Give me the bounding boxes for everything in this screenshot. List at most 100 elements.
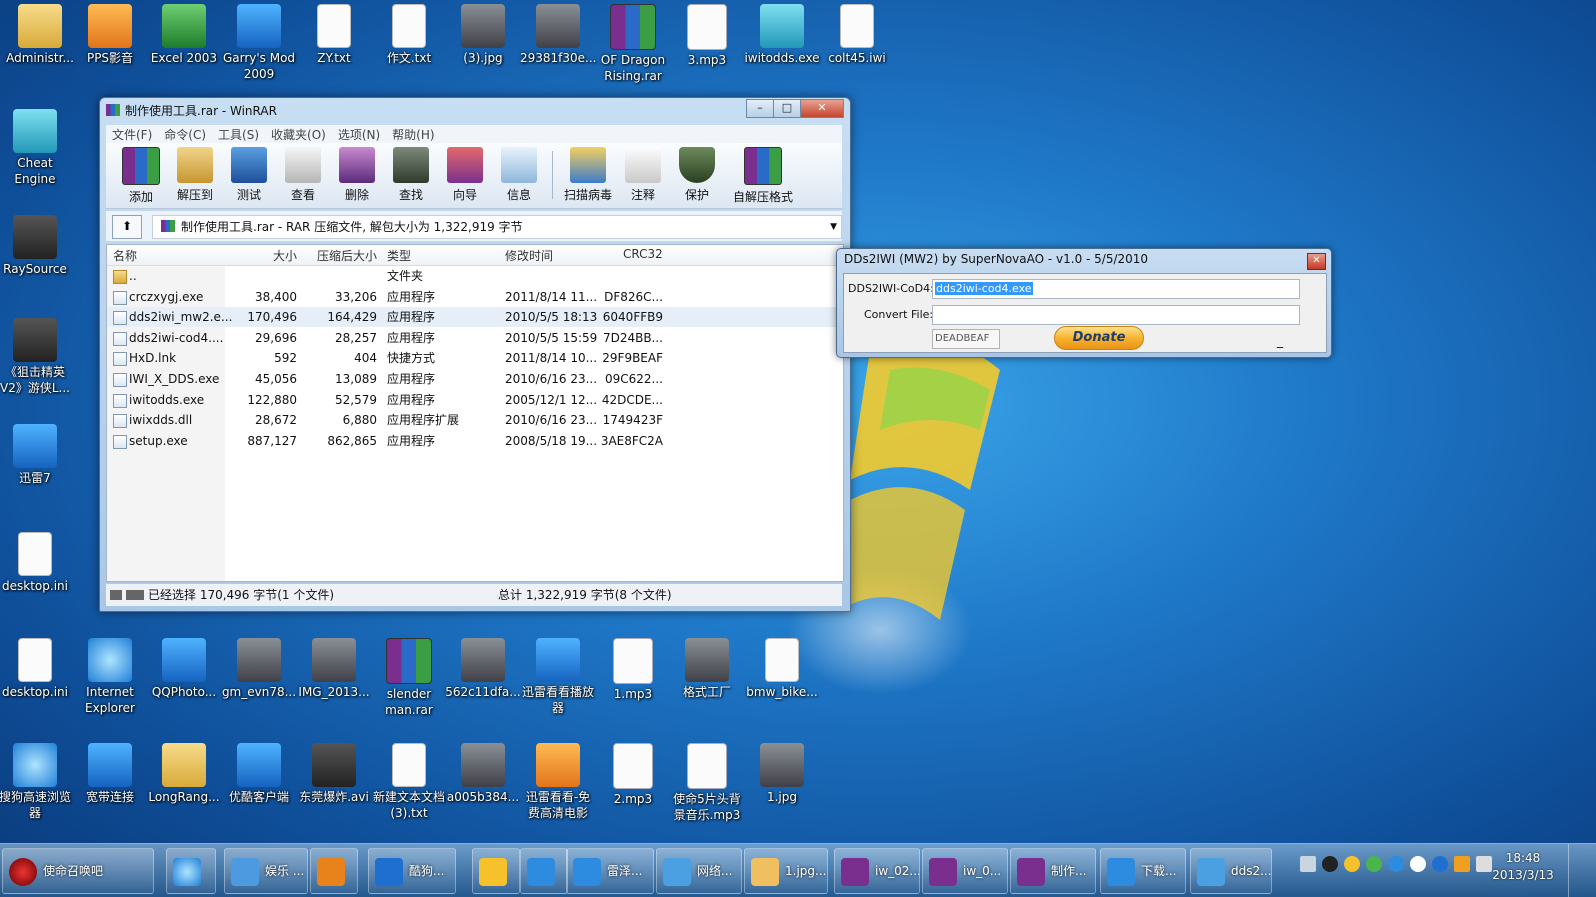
scan-virus-button[interactable]: 扫描病毒 [558,147,618,203]
desktop-icon[interactable]: slender man.rar [371,636,447,718]
desktop-icon[interactable]: LongRang... [146,741,222,805]
desktop-icon[interactable]: 29381f30e... [520,2,597,66]
desktop-icon[interactable]: 3.mp3 [669,2,745,68]
tray-browser-icon[interactable] [1410,856,1426,872]
menu-options[interactable]: 选项(N) [332,125,386,143]
taskbar-pinned-button[interactable] [472,848,520,894]
desktop-icon[interactable]: ZY.txt [296,2,372,66]
taskbar-item[interactable]: 娱乐 ... [224,848,308,894]
test-button[interactable]: 测试 [224,147,274,203]
taskbar-item[interactable]: 雷泽... [566,848,654,894]
desktop-icon[interactable]: Garry's Mod 2009 [221,2,297,82]
tray-360-icon[interactable] [1366,856,1382,872]
clock[interactable]: 18:48 2013/3/13 [1488,850,1558,884]
file-row[interactable]: setup.exe 887,127 862,865 应用程序 2008/5/18 19.… [107,431,843,451]
info-button[interactable]: 信息 [494,147,544,203]
tray-keyboard-icon[interactable] [1300,856,1316,872]
col-name[interactable]: 名称 [113,247,137,264]
menu-favorites[interactable]: 收藏夹(O) [265,125,332,143]
menu-command[interactable]: 命令(C) [158,125,212,143]
desktop-icon[interactable]: 作文.txt [371,2,447,66]
taskbar-item[interactable]: 酷狗... [368,848,456,894]
menu-help[interactable]: 帮助(H) [386,125,440,143]
file-row[interactable]: IWI_X_DDS.exe 45,056 13,089 应用程序 2010/6/16 2… [107,369,843,389]
taskbar-item[interactable]: iw_02... [834,848,920,894]
desktop-icon[interactable]: 优酷客户端 [221,741,297,805]
desktop-icon[interactable]: 宽带连接 [72,741,148,805]
protect-button[interactable]: 保护 [672,147,722,203]
tray-sogou-icon[interactable] [1388,856,1404,872]
tray-media-icon[interactable] [1344,856,1360,872]
comment-button[interactable]: 注释 [618,147,668,203]
desktop-icon[interactable]: 562c11dfa... [445,636,521,700]
taskbar-item[interactable]: 网络... [656,848,742,894]
minimize-glyph[interactable]: _ [1277,334,1283,348]
desktop-icon[interactable]: Administr... [2,2,78,66]
desktop-icon[interactable]: 2.mp3 [595,741,671,807]
file-list[interactable]: 名称 大小 压缩后大小 类型 修改时间 CRC32 .. 文件夹 crczxygj.… [106,244,844,582]
view-button[interactable]: 查看 [278,147,328,203]
desktop-icon[interactable]: IMG_2013... [296,636,372,700]
col-size[interactable]: 大小 [273,247,297,264]
path-dropdown[interactable]: 制作使用工具.rar - RAR 压缩文件, 解包大小为 1,322,919 字… [152,215,842,239]
desktop-icon[interactable]: 使命5片头背景音乐.mp3 [669,741,745,823]
dds2iwi-close-button[interactable]: ✕ [1307,253,1326,270]
taskbar-item[interactable]: dds2... [1190,848,1272,894]
taskbar-item[interactable]: 1.jpg... [744,848,828,894]
donate-button[interactable]: Donate [1054,326,1144,350]
wizard-button[interactable]: 向导 [440,147,490,203]
desktop-icon[interactable]: bmw_bike... [744,636,820,700]
file-row[interactable]: iwixdds.dll 28,672 6,880 应用程序扩展 2010/6/16 23… [107,410,843,430]
desktop-icon[interactable]: RaySource [0,213,73,277]
file-row[interactable]: HxD.lnk 592 404 快捷方式 2011/8/14 10... 29F9BEAF [107,348,843,368]
file-row[interactable]: .. 文件夹 [107,266,843,286]
file-row[interactable]: iwitodds.exe 122,880 52,579 应用程序 2005/12/1 1… [107,390,843,410]
desktop-icon[interactable]: 搜狗高速浏览器 [0,741,73,821]
deadbeaf-field[interactable]: DEADBEAF [932,329,1000,349]
menu-tools[interactable]: 工具(S) [212,125,265,143]
file-row[interactable]: dds2iwi_mw2.e... 170,496 164,429 应用程序 2010/5… [107,307,843,328]
desktop-icon[interactable]: 迅雷7 [0,422,73,486]
find-button[interactable]: 查找 [386,147,436,203]
desktop-icon[interactable]: (3).jpg [445,2,521,66]
col-modified[interactable]: 修改时间 [505,247,553,264]
delete-button[interactable]: 删除 [332,147,382,203]
chevron-down-icon[interactable]: ▼ [830,216,837,238]
convert-file-field[interactable] [932,305,1300,325]
extract-to-button[interactable]: 解压到 [170,147,220,203]
desktop-icon[interactable]: desktop.ini [0,636,73,700]
file-row[interactable]: dds2iwi-cod4.... 29,696 28,257 应用程序 2010/5/5… [107,328,843,348]
desktop-icon[interactable]: 《狙击精英V2》游侠L... [0,316,73,396]
desktop-icon[interactable]: QQPhoto... [146,636,222,700]
sfx-button[interactable]: 自解压格式 [726,147,800,205]
taskbar-ie-button[interactable] [166,848,216,894]
cod4-field[interactable]: dds2iwi-cod4.exe [932,279,1300,299]
desktop-icon[interactable]: 东莞爆炸.avi [296,741,372,805]
search-box[interactable]: 使命召唤吧 [2,848,154,894]
desktop-icon[interactable]: Cheat Engine [0,107,73,187]
close-button[interactable]: ✕ [800,99,844,118]
file-row[interactable]: crczxygj.exe 38,400 33,206 应用程序 2011/8/14 11… [107,287,843,307]
show-desktop-button[interactable] [1568,844,1596,897]
desktop-icon[interactable]: 迅雷看看-免费高清电影 [520,741,596,821]
winrar-window[interactable]: 制作使用工具.rar - WinRAR – □ ✕ 文件(F) 命令(C) 工具… [99,97,851,612]
col-type[interactable]: 类型 [387,247,411,264]
tray-warning-icon[interactable] [1454,856,1470,872]
minimize-button[interactable]: – [746,99,774,118]
desktop-icon[interactable]: a005b384... [445,741,521,805]
desktop-icon[interactable]: 新建文本文档 (3).txt [371,741,447,821]
desktop-icon[interactable]: colt45.iwi [819,2,895,66]
desktop-icon[interactable]: 1.mp3 [595,636,671,702]
taskbar-pinned-button[interactable] [310,848,358,894]
tray-penguin-icon[interactable] [1322,856,1338,872]
taskbar-item[interactable]: iw_0... [922,848,1008,894]
taskbar-item[interactable]: 制作... [1010,848,1096,894]
maximize-button[interactable]: □ [773,99,801,118]
menu-file[interactable]: 文件(F) [106,125,158,143]
add-button[interactable]: 添加 [116,147,166,205]
up-folder-button[interactable]: ⬆ [112,215,142,239]
taskbar-pinned-button[interactable] [520,848,568,894]
col-crc[interactable]: CRC32 [623,247,663,261]
desktop-icon[interactable]: 迅雷看看播放器 [520,636,596,716]
dds2iwi-window[interactable]: DDs2IWI (MW2) by SuperNovaAO - v1.0 - 5/… [836,248,1332,358]
